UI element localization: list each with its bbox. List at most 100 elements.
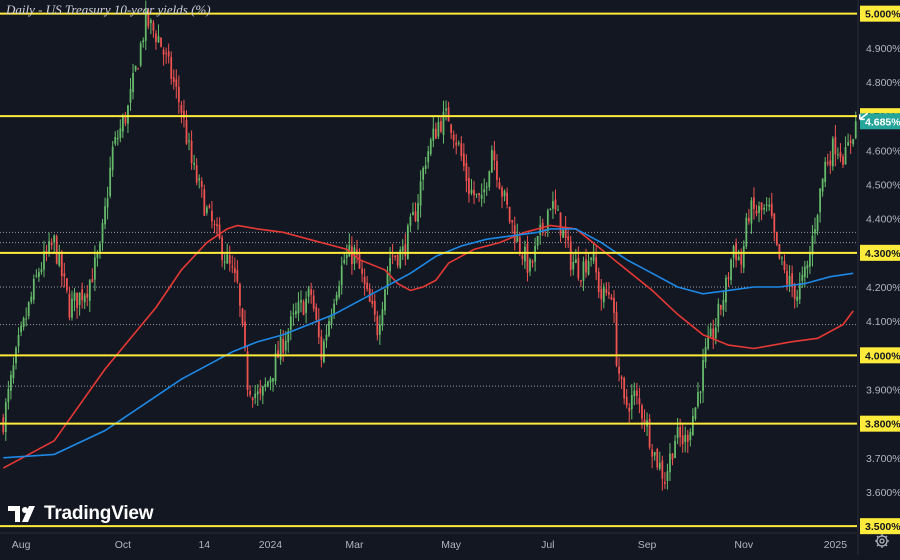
candle-body	[363, 276, 366, 285]
candle-body	[600, 288, 603, 300]
candle-body	[305, 298, 307, 313]
chart-area[interactable]: 4.900% 4.800% 4.600% 4.500% 4.400% 4.200% 4.10…	[0, 0, 900, 555]
candle-body	[801, 274, 804, 281]
candle-body	[170, 57, 173, 79]
candle-body	[65, 278, 68, 291]
candle-body	[25, 318, 28, 320]
candle-body	[524, 246, 526, 262]
candle-body	[149, 19, 152, 24]
candle-body	[559, 212, 562, 236]
level-badge-label: 3.500%	[865, 521, 900, 533]
candle-body	[30, 296, 33, 302]
y-tick-label: 4.100%	[866, 316, 900, 328]
candle-body	[155, 33, 157, 43]
candle-body	[608, 292, 610, 295]
candle-body	[20, 325, 22, 333]
candle-body	[93, 257, 96, 280]
candle-body	[508, 206, 511, 222]
y-tick-label: 4.500%	[866, 180, 900, 192]
candle-body	[338, 285, 341, 297]
candle-body	[53, 235, 56, 243]
candle-body	[86, 293, 89, 298]
candle-body	[737, 256, 740, 261]
candle-body	[409, 216, 412, 226]
candle-body	[211, 210, 213, 222]
candle-body	[837, 154, 839, 156]
candle-body	[109, 167, 112, 196]
y-tick-label: 3.700%	[866, 453, 900, 465]
candle-body	[343, 259, 346, 264]
candle-body	[493, 150, 496, 161]
settings-gear-icon[interactable]	[874, 533, 890, 549]
candle-body	[786, 270, 788, 285]
candle-body	[55, 236, 58, 264]
candle-body	[605, 289, 608, 293]
candle-body	[669, 453, 671, 473]
candle-body	[506, 192, 509, 205]
candle-body	[590, 257, 592, 260]
candle-body	[216, 224, 218, 227]
x-tick-label: May	[441, 539, 462, 551]
candle-body	[50, 242, 53, 246]
candle-body	[277, 350, 279, 358]
candle-body	[81, 289, 84, 301]
candle-body	[839, 152, 842, 158]
candle-body	[269, 378, 272, 383]
candle-body	[251, 397, 254, 401]
candle-body	[60, 251, 63, 277]
candle-body	[554, 199, 557, 210]
candle-body	[552, 201, 554, 209]
candle-body	[803, 266, 806, 278]
candle-body	[582, 261, 585, 281]
candle-body	[765, 204, 768, 206]
candle-body	[312, 295, 315, 309]
candle-body	[829, 160, 832, 166]
candle-body	[630, 395, 633, 410]
candle-body	[557, 209, 559, 211]
candle-body	[422, 168, 425, 180]
candle-body	[111, 146, 114, 171]
candle-body	[371, 300, 374, 304]
candle-body	[221, 237, 224, 261]
candle-body	[43, 251, 45, 270]
candle-body	[666, 471, 669, 482]
candle-body	[417, 203, 419, 222]
candle-body	[809, 253, 811, 267]
candle-body	[638, 398, 641, 405]
candle-body	[333, 303, 335, 314]
candle-body	[412, 212, 414, 216]
candle-body	[819, 188, 821, 213]
candle-body	[623, 377, 626, 399]
candle-body	[730, 259, 732, 281]
candle-body	[691, 416, 694, 436]
candle-body	[315, 306, 318, 320]
candle-body	[167, 51, 170, 57]
candle-body	[76, 292, 78, 308]
candle-body	[577, 258, 580, 279]
x-tick-label: 2024	[259, 539, 283, 551]
candle-body	[205, 207, 208, 214]
candle-body	[663, 481, 666, 484]
candle-body	[842, 156, 844, 166]
x-tick-label: 2025	[824, 539, 848, 551]
candle-body	[114, 137, 117, 144]
candle-body	[323, 341, 325, 363]
candle-body	[381, 309, 384, 326]
candle-body	[35, 275, 38, 277]
candle-body	[10, 375, 12, 391]
current-price-label: 4.685%	[865, 116, 900, 128]
candlestick-chart[interactable]: 4.900% 4.800% 4.600% 4.500% 4.400% 4.200% 4.10…	[0, 0, 900, 555]
candle-body	[694, 407, 697, 419]
candle-body	[32, 278, 35, 300]
candle-body	[847, 142, 849, 146]
candle-body	[699, 391, 702, 393]
candle-body	[325, 334, 328, 341]
candle-body	[775, 231, 778, 245]
candle-body	[12, 365, 15, 379]
candle-body	[717, 303, 720, 327]
candle-body	[91, 278, 94, 283]
candle-body	[106, 198, 109, 208]
candle-body	[635, 390, 638, 397]
candle-body	[203, 189, 206, 216]
candle-body	[175, 79, 178, 87]
